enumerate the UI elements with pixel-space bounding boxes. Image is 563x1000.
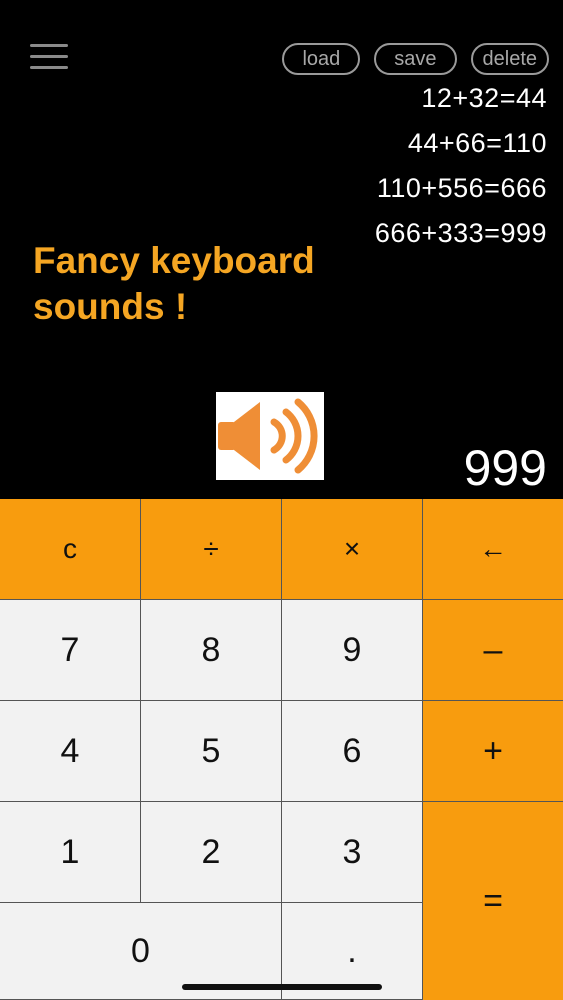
- multiply-button[interactable]: ×: [282, 499, 423, 600]
- promo-text: Fancy keyboard sounds !: [33, 240, 315, 327]
- file-actions: load save delete: [282, 43, 549, 75]
- save-button[interactable]: save: [374, 43, 457, 75]
- digit-4-button[interactable]: 4: [0, 701, 141, 802]
- keypad: c ÷ × ← 7 8 9 – 4 5 6 + 1 2 3 = 0 .: [0, 499, 563, 1000]
- plus-button[interactable]: +: [423, 701, 563, 802]
- clear-button[interactable]: c: [0, 499, 141, 600]
- calculation-history: 12+32=44 44+66=110 110+556=666 666+333=9…: [375, 76, 547, 256]
- divide-button[interactable]: ÷: [141, 499, 282, 600]
- history-line[interactable]: 44+66=110: [375, 121, 547, 166]
- digit-5-button[interactable]: 5: [141, 701, 282, 802]
- history-line[interactable]: 110+556=666: [375, 166, 547, 211]
- load-button[interactable]: load: [282, 43, 361, 75]
- digit-1-button[interactable]: 1: [0, 802, 141, 903]
- minus-button[interactable]: –: [423, 600, 563, 701]
- delete-button[interactable]: delete: [470, 43, 549, 75]
- result-display: 999: [463, 440, 547, 496]
- equals-button[interactable]: =: [423, 802, 563, 1000]
- hamburger-menu-icon[interactable]: [30, 44, 68, 70]
- digit-7-button[interactable]: 7: [0, 600, 141, 701]
- speaker-volume-icon: [218, 398, 318, 474]
- digit-8-button[interactable]: 8: [141, 600, 282, 701]
- digit-2-button[interactable]: 2: [141, 802, 282, 903]
- sound-toggle[interactable]: [216, 392, 324, 480]
- home-indicator[interactable]: [182, 984, 382, 990]
- digit-6-button[interactable]: 6: [282, 701, 423, 802]
- history-line[interactable]: 12+32=44: [375, 76, 547, 121]
- digit-9-button[interactable]: 9: [282, 600, 423, 701]
- backspace-button[interactable]: ←: [423, 499, 563, 600]
- digit-3-button[interactable]: 3: [282, 802, 423, 903]
- calculator-screen: load save delete 12+32=44 44+66=110 110+…: [0, 0, 563, 1000]
